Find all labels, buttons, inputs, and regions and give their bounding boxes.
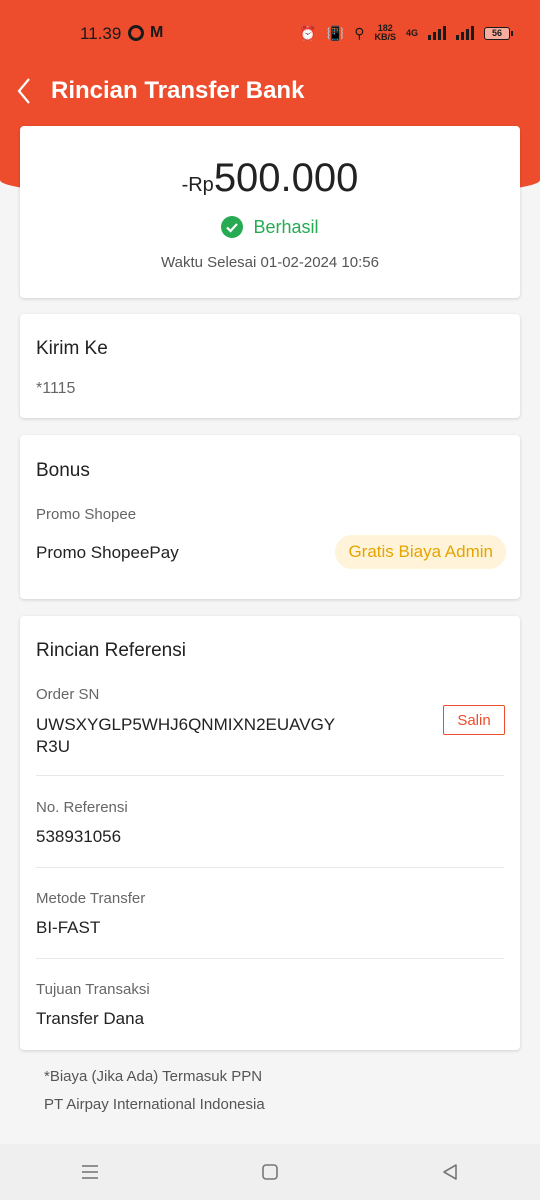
recipient-card: Kirim Ke *1115	[20, 314, 520, 418]
bonus-value: Promo ShopeePay	[36, 543, 179, 562]
transaction-purpose-value: Transfer Dana	[36, 1009, 145, 1028]
app-notification-icon	[128, 25, 144, 41]
divider	[36, 775, 504, 776]
amount-prefix: -Rp	[181, 174, 214, 196]
vibrate-icon: 📳	[326, 24, 345, 41]
battery-icon: 56	[484, 26, 513, 40]
copy-button[interactable]: Salin	[443, 705, 505, 735]
recent-apps-button[interactable]	[60, 1147, 120, 1197]
check-circle-icon	[221, 216, 244, 238]
divider	[36, 958, 504, 959]
status-app-icons: M	[128, 24, 163, 42]
reference-title: Rincian Referensi	[36, 640, 186, 661]
signal-icon	[428, 26, 446, 40]
reference-number-label: No. Referensi	[36, 799, 128, 816]
order-sn-line1: UWSXYGLP5WHJ6QNMIXN2EUAVGY	[36, 715, 336, 734]
status-indicators: ⏰ 📳 ⚲ 182 KB/S 4G 56	[299, 24, 513, 42]
completed-time: Waktu Selesai 01-02-2024 10:56	[161, 254, 379, 271]
order-sn-label: Order SN	[36, 686, 100, 703]
amount-value: 500.000	[213, 156, 359, 200]
fee-note: *Biaya (Jika Ada) Termasuk PPN	[44, 1068, 263, 1085]
signal-icon-2	[456, 26, 474, 40]
recipient-account: *1115	[36, 380, 76, 397]
divider	[36, 867, 504, 868]
alarm-icon: ⏰	[299, 24, 317, 41]
square-icon	[262, 1164, 278, 1180]
transaction-status: Berhasil	[20, 216, 520, 238]
triangle-back-icon	[443, 1164, 457, 1180]
status-bar: 11.39 M ⏰ 📳 ⚲ 182 KB/S 4G 56	[0, 0, 540, 68]
bonus-card: Bonus Promo Shopee Promo ShopeePay Grati…	[20, 435, 520, 599]
transaction-purpose-label: Tujuan Transaksi	[36, 981, 150, 998]
chevron-left-icon	[17, 78, 30, 104]
menu-icon	[82, 1165, 98, 1179]
status-time: 11.39	[80, 24, 122, 43]
transfer-method-value: BI-FAST	[36, 918, 101, 937]
amount: -Rp500.000	[20, 156, 520, 201]
app-header: Rincian Transfer Bank	[0, 68, 540, 114]
back-button[interactable]	[0, 68, 48, 114]
status-text: Berhasil	[253, 216, 319, 237]
transaction-summary-card: -Rp500.000 Berhasil Waktu Selesai 01-02-…	[20, 126, 520, 298]
page-title: Rincian Transfer Bank	[51, 77, 305, 104]
bonus-label: Promo Shopee	[36, 506, 137, 523]
company-name: PT Airpay International Indonesia	[44, 1096, 265, 1113]
bonus-title: Bonus	[36, 460, 90, 481]
reference-number-value: 538931056	[36, 827, 122, 846]
transfer-method-label: Metode Transfer	[36, 890, 146, 907]
net-speed-unit: KB/S	[374, 32, 396, 42]
net-speed: 182 KB/S	[374, 24, 396, 42]
system-back-button[interactable]	[420, 1147, 480, 1197]
order-sn-line2: R3U	[36, 737, 71, 756]
promo-badge: Gratis Biaya Admin	[335, 535, 506, 569]
network-type: 4G	[405, 27, 418, 38]
home-button[interactable]	[240, 1147, 300, 1197]
reference-card: Rincian Referensi Order SN UWSXYGLP5WHJ6…	[20, 616, 520, 1050]
recipient-title: Kirim Ke	[36, 338, 108, 359]
system-nav-bar	[0, 1144, 540, 1200]
location-icon: ⚲	[354, 24, 365, 41]
mail-icon: M	[150, 24, 164, 41]
